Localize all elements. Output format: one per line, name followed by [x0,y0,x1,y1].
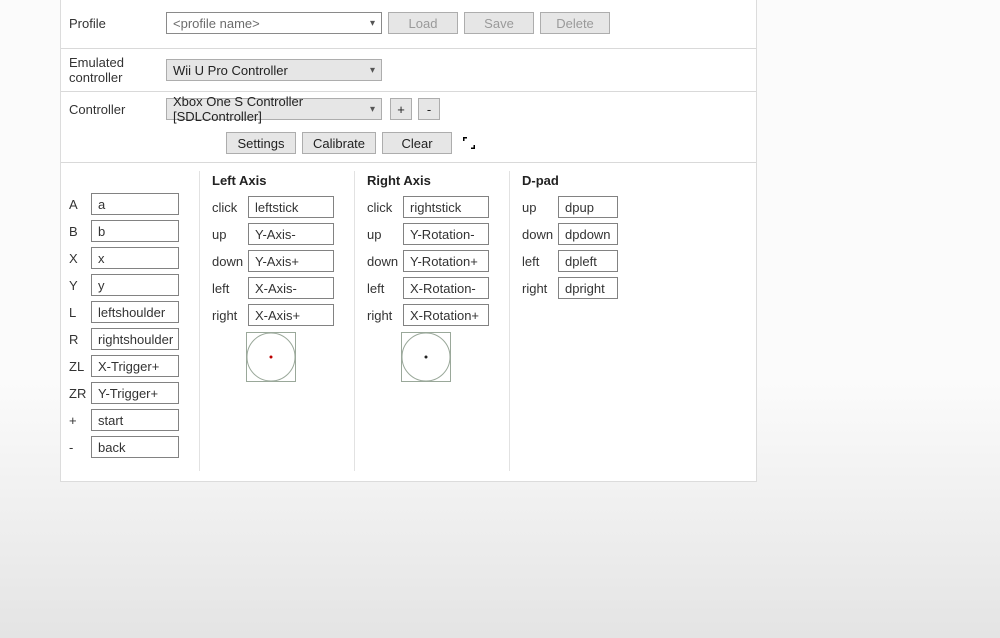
left-axis-click-label: click [210,200,248,215]
right-axis-left-label: left [365,281,403,296]
right-axis-up-label: up [365,227,403,242]
mapping-area: Aa Bb Xx Yy Lleftshoulder Rrightshoulder… [61,163,756,471]
clear-button[interactable]: Clear [382,132,452,154]
map-label-zl: ZL [67,359,91,374]
emulated-controller-row: Emulated controller Wii U Pro Controller… [61,49,756,91]
dpad-right-label: right [520,281,558,296]
map-field-b[interactable]: b [91,220,179,242]
profile-name-text: <profile name> [173,16,260,31]
right-axis-click-field[interactable]: rightstick [403,196,489,218]
map-field-y[interactable]: y [91,274,179,296]
map-field-l[interactable]: leftshoulder [91,301,179,323]
buttons-column: Aa Bb Xx Yy Lleftshoulder Rrightshoulder… [67,171,189,471]
left-axis-right-field[interactable]: X-Axis+ [248,304,334,326]
right-axis-title: Right Axis [367,173,489,188]
left-axis-left-field[interactable]: X-Axis- [248,277,334,299]
map-label-plus: + [67,413,91,428]
profile-label: Profile [61,16,166,31]
left-axis-title: Left Axis [212,173,334,188]
profile-name-combo[interactable]: <profile name> ▾ [166,12,382,34]
right-axis-visualizer [401,332,451,382]
controller-combo[interactable]: Xbox One S Controller [SDLController] ▾ [166,98,382,120]
right-axis-right-field[interactable]: X-Rotation+ [403,304,489,326]
remove-controller-button[interactable]: - [418,98,440,120]
map-label-y: Y [67,278,91,293]
dpad-left-label: left [520,254,558,269]
map-field-x[interactable]: x [91,247,179,269]
load-button[interactable]: Load [388,12,458,34]
dpad-up-label: up [520,200,558,215]
map-field-minus[interactable]: back [91,436,179,458]
right-axis-click-label: click [365,200,403,215]
dpad-down-label: down [520,227,558,242]
map-field-zl[interactable]: X-Trigger+ [91,355,179,377]
map-field-plus[interactable]: start [91,409,179,431]
map-label-l: L [67,305,91,320]
save-button[interactable]: Save [464,12,534,34]
controller-value: Xbox One S Controller [SDLController] [173,94,370,124]
emulated-controller-value: Wii U Pro Controller [173,63,288,78]
expand-icon[interactable] [458,132,480,154]
chevron-down-icon: ▾ [370,18,375,29]
map-label-b: B [67,224,91,239]
left-axis-down-label: down [210,254,248,269]
right-axis-up-field[interactable]: Y-Rotation- [403,223,489,245]
chevron-down-icon: ▾ [370,104,375,115]
map-label-zr: ZR [67,386,91,401]
left-axis-down-field[interactable]: Y-Axis+ [248,250,334,272]
left-axis-left-label: left [210,281,248,296]
map-label-minus: - [67,440,91,455]
right-axis-down-field[interactable]: Y-Rotation+ [403,250,489,272]
emulated-controller-combo[interactable]: Wii U Pro Controller ▾ [166,59,382,81]
map-field-zr[interactable]: Y-Trigger+ [91,382,179,404]
dpad-left-field[interactable]: dpleft [558,250,618,272]
controller-row: Controller Xbox One S Controller [SDLCon… [61,92,756,126]
right-axis-left-field[interactable]: X-Rotation- [403,277,489,299]
right-axis-column: Right Axis clickrightstick upY-Rotation-… [354,171,499,471]
map-label-x: X [67,251,91,266]
controller-label: Controller [61,102,166,117]
map-label-r: R [67,332,91,347]
left-axis-visualizer [246,332,296,382]
dpad-down-field[interactable]: dpdown [558,223,618,245]
dpad-title: D-pad [522,173,618,188]
right-axis-down-label: down [365,254,403,269]
map-label-a: A [67,197,91,212]
left-axis-right-label: right [210,308,248,323]
emulated-controller-label: Emulated controller [61,55,166,85]
map-field-a[interactable]: a [91,193,179,215]
left-axis-column: Left Axis clickleftstick upY-Axis- downY… [199,171,344,471]
left-axis-up-label: up [210,227,248,242]
calibrate-button[interactable]: Calibrate [302,132,376,154]
controller-toolbar: Settings Calibrate Clear [61,126,756,162]
map-field-r[interactable]: rightshoulder [91,328,179,350]
dpad-right-field[interactable]: dpright [558,277,618,299]
left-axis-click-field[interactable]: leftstick [248,196,334,218]
dpad-up-field[interactable]: dpup [558,196,618,218]
right-axis-right-label: right [365,308,403,323]
left-axis-up-field[interactable]: Y-Axis- [248,223,334,245]
settings-button[interactable]: Settings [226,132,296,154]
controller-settings-panel: Profile <profile name> ▾ Load Save Delet… [60,0,757,482]
chevron-down-icon: ▾ [370,65,375,76]
profile-row: Profile <profile name> ▾ Load Save Delet… [61,0,756,48]
add-controller-button[interactable]: + [390,98,412,120]
dpad-column: D-pad updpup downdpdown leftdpleft right… [509,171,628,471]
delete-button[interactable]: Delete [540,12,610,34]
